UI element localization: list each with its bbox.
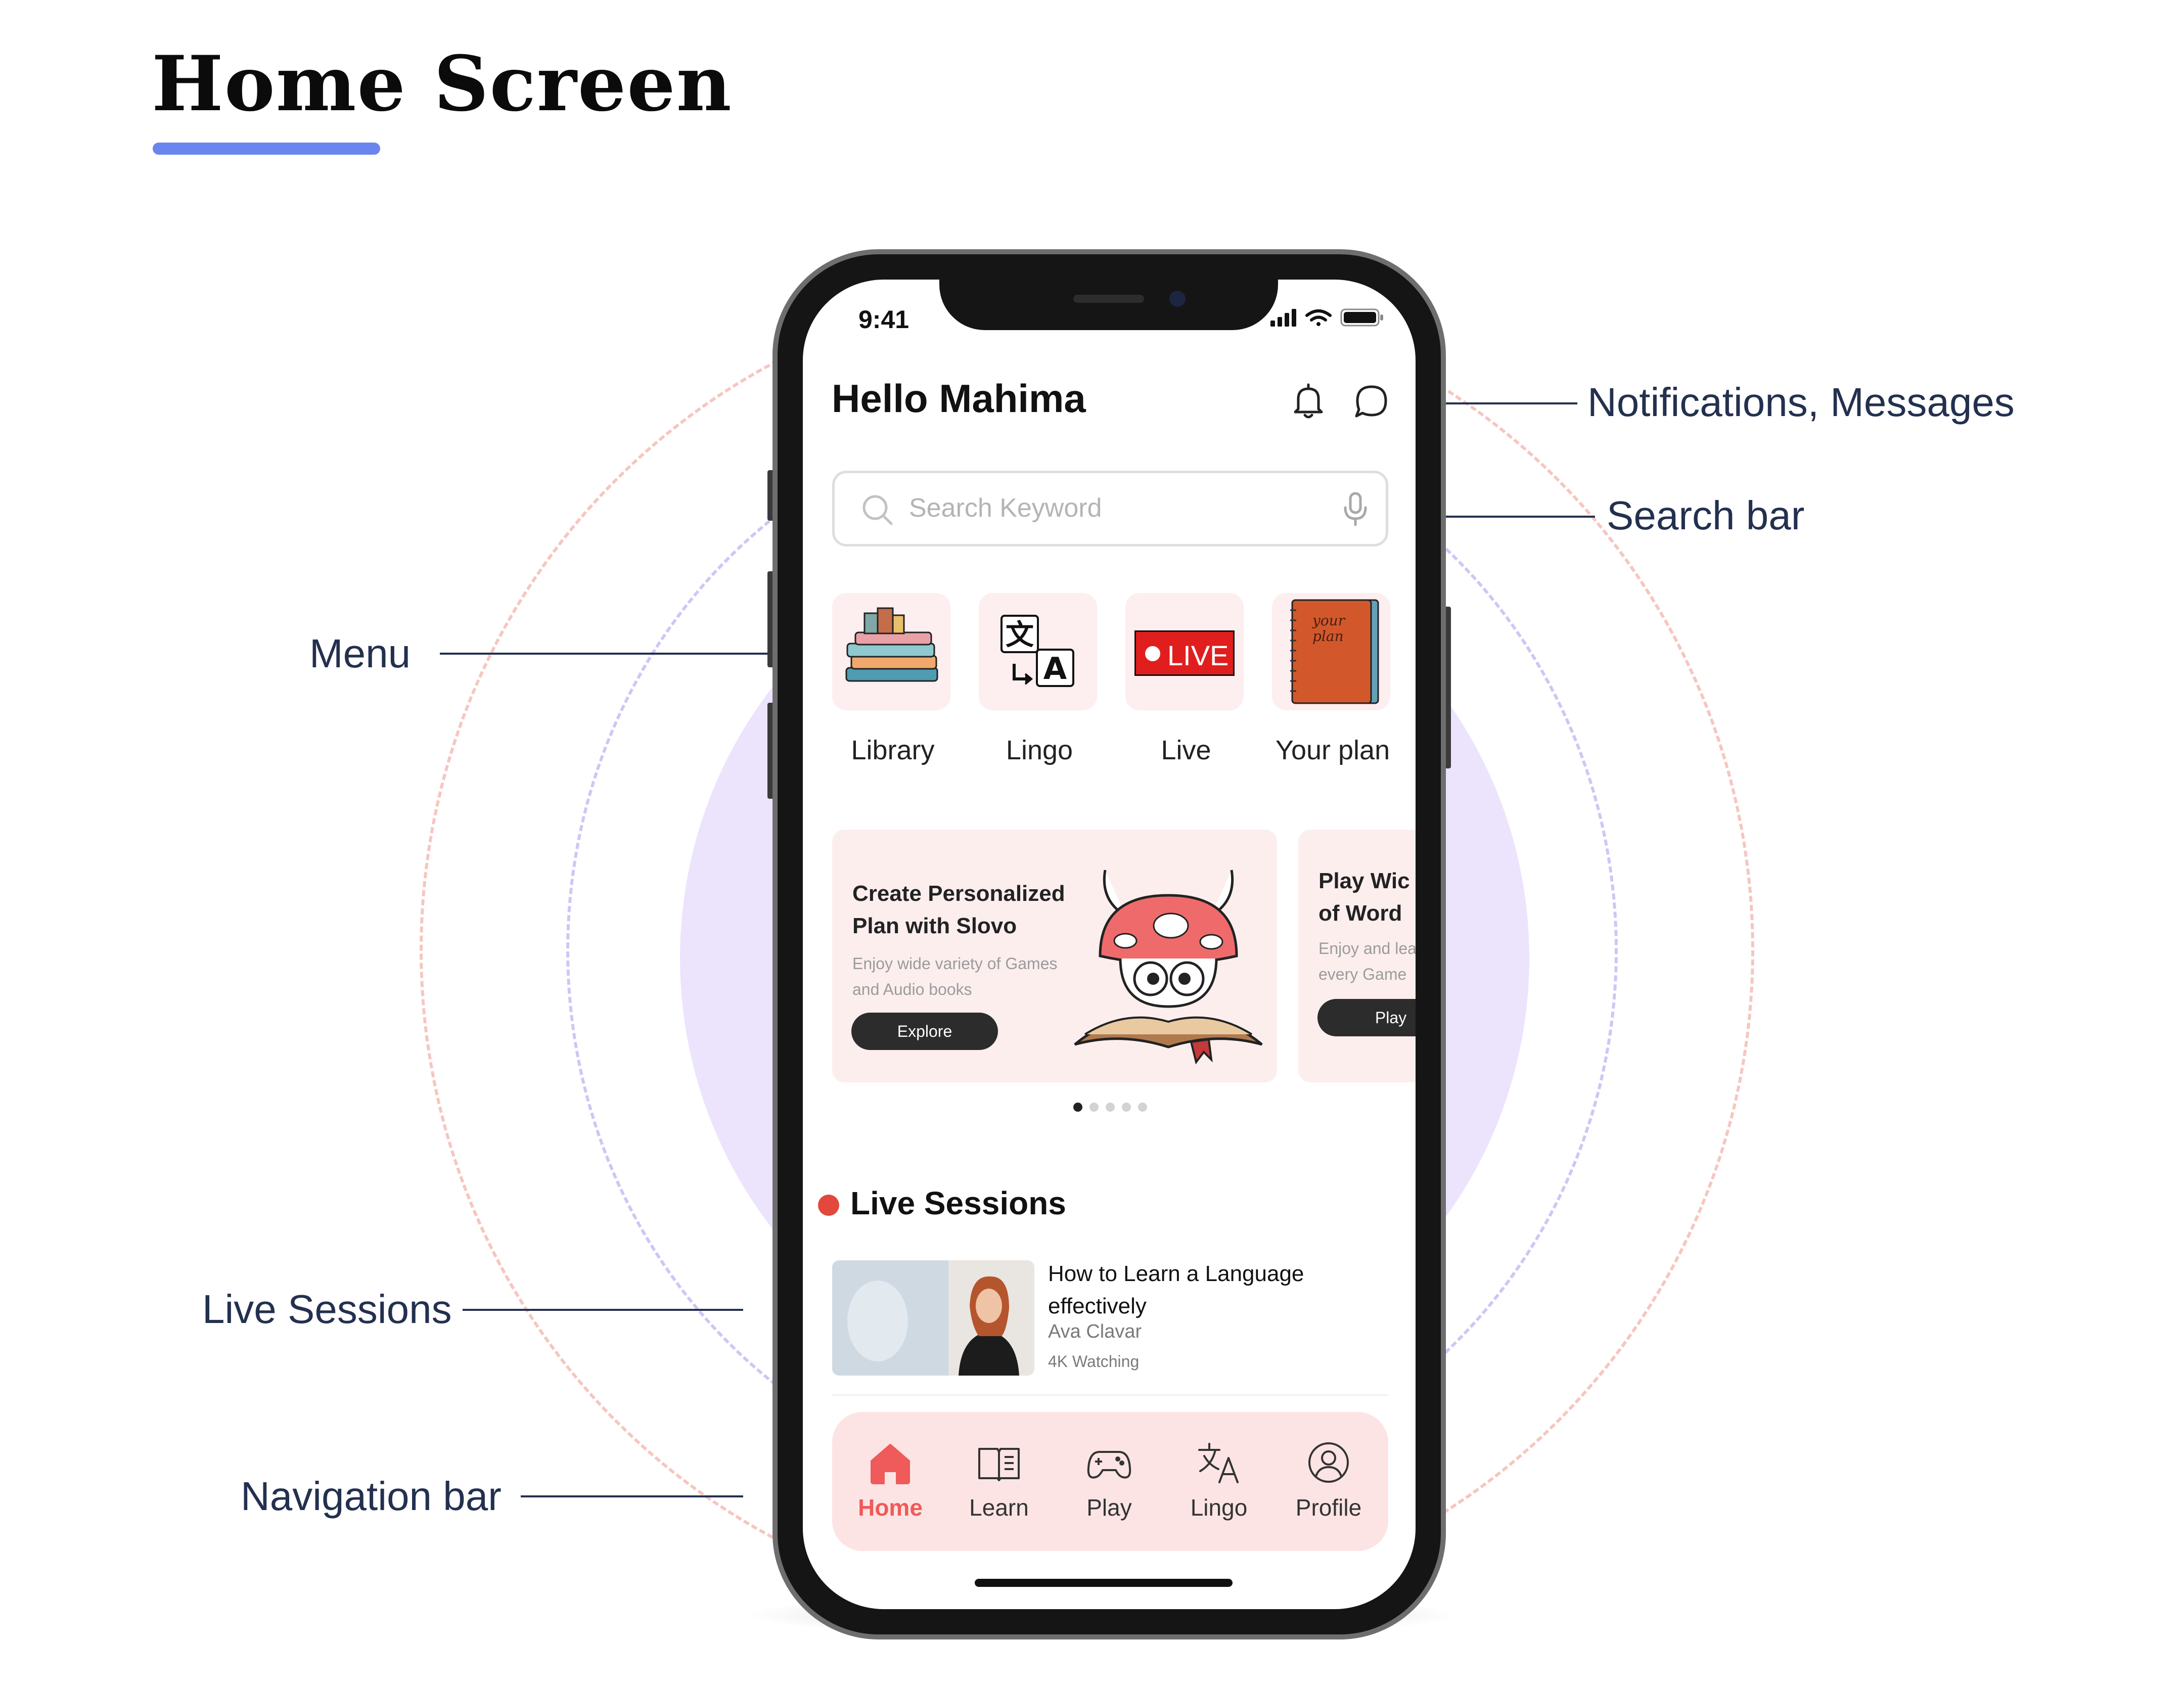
pagination-dot-active[interactable] (1073, 1103, 1082, 1112)
callout-navigation: Navigation bar (241, 1474, 502, 1519)
menu-tile: 文 A (979, 593, 1097, 710)
message-icon[interactable] (1351, 381, 1392, 421)
book-open-icon (978, 1448, 1020, 1481)
menu-tile: LIVE (1125, 593, 1244, 710)
menu-item-lingo[interactable]: 文 A Lingo (979, 593, 1100, 775)
divider (832, 1394, 1388, 1396)
status-time: 9:41 (858, 305, 909, 334)
translate-icon (1198, 1443, 1239, 1483)
speaker (1073, 295, 1144, 303)
menu-item-live[interactable]: LIVE Live (1125, 593, 1247, 775)
card-subtitle: Enjoy and lea every Game (1318, 939, 1416, 984)
menu-label: Library (851, 735, 935, 765)
card-title: Play Wic of Word (1318, 869, 1410, 926)
title-underline (153, 143, 380, 155)
menu-tile (832, 593, 950, 710)
live-badge-dot (1145, 646, 1160, 661)
callout-line-notifications (1446, 402, 1577, 404)
nav-item-play[interactable]: Play (1059, 1412, 1160, 1551)
signal-icon (1270, 309, 1296, 327)
session-author: Ava Clavar (1048, 1321, 1142, 1342)
search-icon (862, 495, 893, 525)
live-badge-icon: LIVE (1134, 630, 1235, 676)
greeting: Hello Mahima (832, 376, 1086, 421)
callout-search: Search bar (1607, 493, 1805, 538)
battery-icon (1340, 308, 1383, 327)
explore-button[interactable]: Explore (851, 1013, 998, 1050)
menu-item-library[interactable]: Library (832, 593, 953, 775)
nav-item-profile[interactable]: Profile (1278, 1412, 1379, 1551)
menu-label: Live (1161, 735, 1211, 765)
nav-item-learn[interactable]: Learn (948, 1412, 1050, 1551)
menu-item-your-plan[interactable]: your plan Your plan (1272, 593, 1393, 775)
callout-line-menu (440, 653, 774, 655)
nav-label: Learn (969, 1494, 1029, 1521)
microphone-icon[interactable] (1340, 491, 1371, 527)
live-sessions-title: Live Sessions (850, 1185, 1066, 1221)
pagination-dot[interactable] (1089, 1103, 1099, 1112)
notebook-cover-text: your plan (1312, 612, 1345, 645)
notebook-icon (1290, 599, 1379, 704)
callout-live-sessions: Live Sessions (202, 1287, 452, 1332)
menu-tile: your plan (1272, 593, 1390, 710)
bottom-navigation-bar: Home Learn Play Lingo Profile (832, 1412, 1388, 1551)
books-icon (845, 607, 938, 682)
nav-item-home[interactable]: Home (840, 1412, 941, 1551)
nav-label: Profile (1295, 1494, 1362, 1521)
search-input[interactable] (908, 487, 1304, 529)
pagination-dot[interactable] (1122, 1103, 1131, 1112)
nav-label: Lingo (1190, 1494, 1248, 1521)
card-title: Create Personalized Plan with Slovo (852, 881, 1065, 938)
phone-screen: 9:41 Hello Mahima Search Keyword Library… (803, 280, 1416, 1609)
translate-icon: 文 A (1000, 615, 1074, 687)
nav-label: Play (1086, 1494, 1132, 1521)
session-viewers: 4K Watching (1048, 1352, 1140, 1371)
home-icon (871, 1444, 910, 1484)
presenter-photo (832, 1260, 1034, 1376)
svg-text:A: A (1043, 651, 1067, 687)
callout-line-search (1446, 516, 1595, 518)
callout-line-navigation (521, 1495, 743, 1497)
page-title: Home Screen (152, 39, 733, 128)
nav-item-lingo[interactable]: Lingo (1168, 1412, 1269, 1551)
notch (939, 280, 1278, 330)
pagination-dot[interactable] (1138, 1103, 1147, 1112)
live-badge-text: LIVE (1167, 640, 1229, 671)
bell-icon[interactable] (1288, 381, 1329, 421)
callout-line-live (463, 1309, 743, 1311)
carousel-pagination (1073, 1103, 1149, 1112)
front-camera (1169, 291, 1186, 307)
callout-menu: Menu (309, 631, 411, 676)
svg-text:文: 文 (1006, 619, 1034, 652)
mushroom-reading-illustration (1074, 870, 1263, 1065)
live-indicator-dot (818, 1195, 839, 1216)
nav-label: Home (858, 1494, 923, 1521)
session-title[interactable]: How to Learn a Language effectively (1048, 1258, 1392, 1322)
session-thumbnail[interactable] (832, 1260, 1034, 1376)
search-bar (832, 471, 1388, 546)
card-subtitle: Enjoy wide variety of Games and Audio bo… (852, 954, 1058, 999)
promo-card[interactable]: Create Personalized Plan with Slovo Enjo… (832, 830, 1277, 1082)
menu-label: Lingo (1006, 735, 1073, 765)
menu-label: Your plan (1275, 735, 1390, 765)
callout-notifications: Notifications, Messages (1587, 380, 2015, 425)
status-icons (1270, 308, 1383, 327)
home-indicator[interactable] (975, 1579, 1233, 1587)
play-button[interactable]: Play (1317, 999, 1416, 1036)
promo-card[interactable]: Play Wic of Word Enjoy and lea every Gam… (1298, 830, 1416, 1082)
wifi-icon (1305, 309, 1332, 326)
pagination-dot[interactable] (1106, 1103, 1115, 1112)
user-icon (1308, 1442, 1349, 1483)
gamepad-icon (1087, 1451, 1131, 1479)
